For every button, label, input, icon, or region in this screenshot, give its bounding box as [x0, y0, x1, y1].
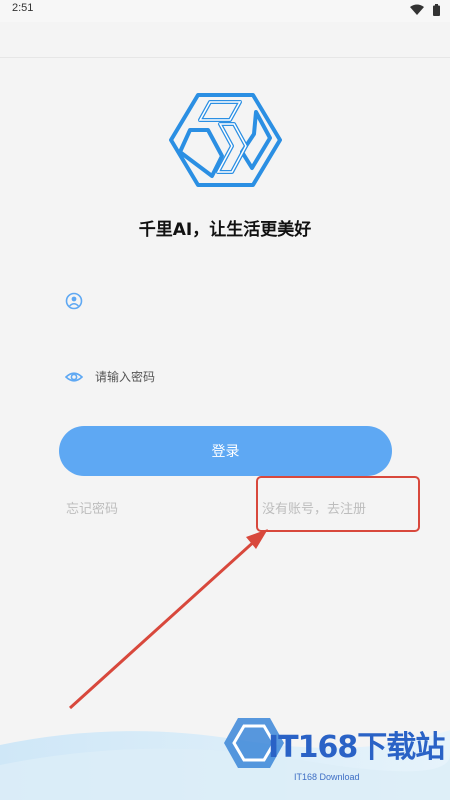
- annotation-highlight-box: [256, 476, 420, 532]
- eye-icon[interactable]: [65, 368, 83, 386]
- username-input[interactable]: [95, 290, 375, 312]
- app-tagline: 千里AI，让生活更美好: [138, 220, 312, 240]
- header-divider: [0, 57, 450, 58]
- wifi-icon: [409, 4, 424, 15]
- status-icons: [409, 4, 440, 23]
- forgot-password-link[interactable]: 忘记密码: [66, 498, 118, 517]
- password-field[interactable]: [65, 362, 385, 392]
- battery-icon: [433, 4, 440, 16]
- status-time: 2:51: [12, 2, 34, 14]
- login-button[interactable]: 登录: [59, 426, 392, 476]
- watermark: IT168下载站 IT168 Download: [224, 710, 446, 790]
- app-logo-icon: [169, 93, 282, 187]
- watermark-title: IT168下载站: [268, 730, 445, 765]
- password-input[interactable]: [95, 366, 375, 388]
- status-bar: 2:51: [0, 0, 450, 22]
- watermark-subtitle: IT168 Download: [294, 772, 360, 782]
- user-icon: [65, 292, 83, 310]
- username-field[interactable]: [65, 286, 385, 316]
